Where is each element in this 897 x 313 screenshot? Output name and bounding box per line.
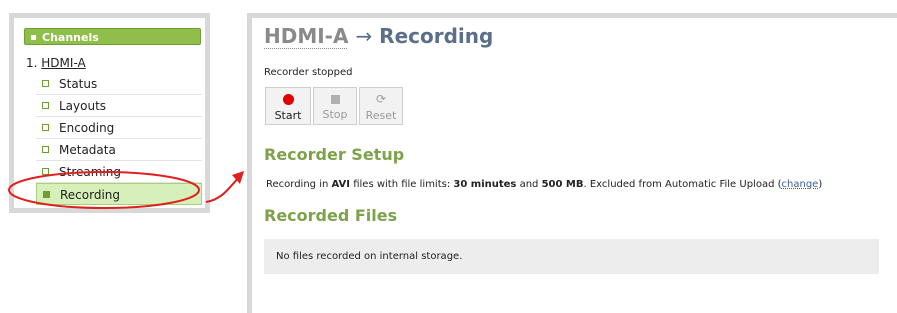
channels-header[interactable]: Channels — [24, 28, 201, 45]
recorder-setup-heading: Recorder Setup — [264, 145, 405, 164]
recorder-setup-summary: Recording in AVI files with file limits:… — [266, 179, 822, 190]
sidebar-item-label: Layouts — [59, 99, 107, 113]
sidebar-item-label: Recording — [60, 188, 121, 202]
sidebar-item-streaming[interactable]: Streaming — [36, 161, 202, 183]
setup-text-1: Recording in — [266, 179, 332, 190]
reset-label: Reset — [365, 109, 397, 122]
sidebar-item-label: Streaming — [59, 165, 121, 179]
recorder-status: Recorder stopped — [264, 67, 353, 78]
setup-time-limit: 30 minutes — [453, 179, 517, 190]
sidebar-item-recording[interactable]: Recording — [36, 183, 202, 205]
setup-text-5: ) — [818, 179, 823, 190]
sidebar: Channels 1. HDMI-A Status Layouts Encodi… — [9, 13, 210, 213]
sidebar-item-layouts[interactable]: Layouts — [36, 95, 202, 117]
sidebar-item-label: Status — [59, 77, 98, 91]
bullet-icon — [42, 168, 49, 175]
channels-header-label: Channels — [42, 31, 99, 44]
sidebar-item-label: Metadata — [59, 143, 116, 157]
bullet-icon — [42, 146, 49, 153]
channel-number: 1. — [26, 56, 38, 70]
annotation-arrow — [205, 177, 239, 203]
sidebar-item-encoding[interactable]: Encoding — [36, 117, 202, 139]
channels-bullet-icon — [31, 34, 36, 40]
stop-label: Stop — [322, 108, 348, 121]
stop-button[interactable]: Stop — [313, 87, 357, 125]
setup-format: AVI — [331, 179, 351, 190]
reset-button[interactable]: ⟳ Reset — [359, 87, 403, 125]
bullet-icon — [42, 80, 49, 87]
start-label: Start — [274, 109, 302, 122]
record-icon — [282, 94, 294, 105]
recorded-files-list: No files recorded on internal storage. — [264, 239, 879, 274]
setup-size-limit: 500 MB — [541, 179, 584, 190]
sidebar-item-status[interactable]: Status — [36, 73, 202, 95]
reset-icon: ⟳ — [375, 92, 387, 106]
page-title: HDMI-A → Recording — [264, 24, 493, 48]
setup-text-3: and — [516, 179, 542, 190]
title-page: Recording — [379, 24, 494, 48]
annotation-arrowhead-icon — [232, 171, 244, 184]
title-arrow-icon: → — [355, 24, 373, 48]
files-empty-message: No files recorded on internal storage. — [276, 251, 463, 262]
sidebar-item-label: Encoding — [59, 121, 115, 135]
sidebar-item-metadata[interactable]: Metadata — [36, 139, 202, 161]
change-link[interactable]: change — [782, 179, 819, 190]
setup-text-4: . Excluded from Automatic File Upload ( — [583, 179, 782, 190]
recorded-files-heading: Recorded Files — [264, 206, 398, 225]
recorder-controls: Start Stop ⟳ Reset — [265, 87, 405, 125]
channel-link[interactable]: HDMI-A — [41, 56, 85, 70]
bullet-icon — [43, 191, 50, 198]
start-button[interactable]: Start — [265, 87, 311, 125]
setup-text-2: files with file limits: — [350, 179, 454, 190]
bullet-icon — [42, 102, 49, 109]
stop-icon — [330, 95, 340, 104]
bullet-icon — [42, 124, 49, 131]
title-underline — [264, 48, 347, 49]
title-channel: HDMI-A — [264, 24, 349, 48]
channel-entry: 1. HDMI-A — [26, 56, 86, 70]
